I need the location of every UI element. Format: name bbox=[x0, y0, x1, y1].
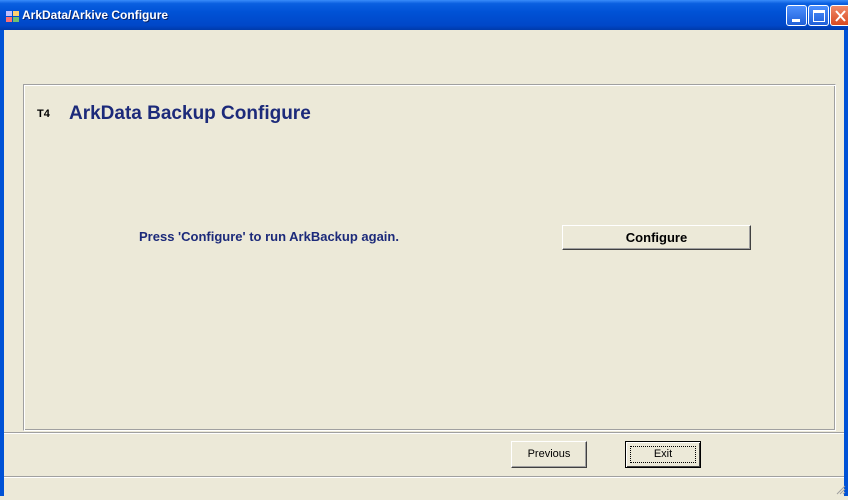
maximize-icon bbox=[813, 10, 825, 22]
content-panel bbox=[23, 84, 836, 431]
page-title: ArkData Backup Configure bbox=[69, 103, 311, 124]
status-separator bbox=[4, 476, 844, 478]
title-bar[interactable]: ArkData/Arkive Configure bbox=[0, 0, 848, 30]
resize-grip-icon[interactable] bbox=[834, 482, 846, 495]
minimize-button[interactable] bbox=[786, 5, 807, 26]
previous-button[interactable]: Previous bbox=[511, 441, 587, 468]
close-icon bbox=[835, 10, 846, 22]
configure-button[interactable]: Configure bbox=[562, 225, 751, 250]
instruction-text: Press 'Configure' to run ArkBackup again… bbox=[139, 229, 399, 244]
step-tag: T4 bbox=[37, 108, 50, 120]
app-icon bbox=[6, 9, 20, 22]
focus-rectangle bbox=[630, 446, 696, 463]
minimize-icon bbox=[792, 19, 800, 22]
footer-separator bbox=[4, 432, 844, 434]
close-button[interactable] bbox=[830, 5, 848, 26]
window-title: ArkData/Arkive Configure bbox=[22, 8, 169, 22]
window-border-right bbox=[844, 30, 848, 496]
exit-button[interactable]: Exit bbox=[625, 441, 701, 468]
maximize-button[interactable] bbox=[808, 5, 829, 26]
window-border-left bbox=[0, 30, 4, 496]
